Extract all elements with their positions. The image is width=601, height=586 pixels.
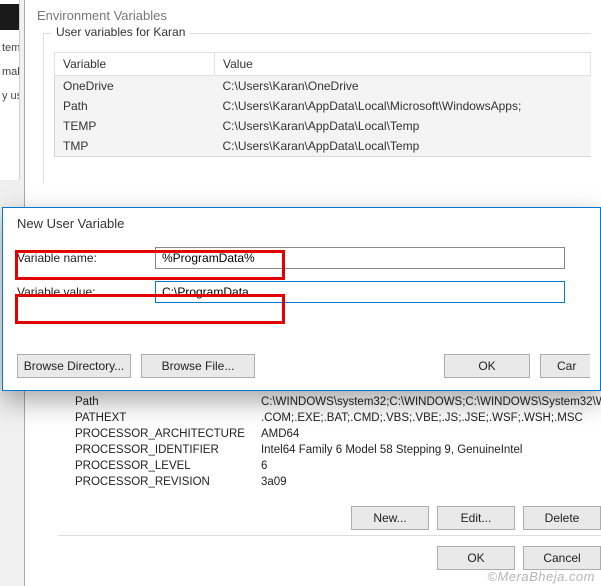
col-value[interactable]: Value [215, 53, 591, 76]
new-button[interactable]: New... [351, 506, 429, 530]
user-variables-group: User variables for Karan Variable Value … [43, 33, 591, 183]
table-row[interactable]: PROCESSOR_REVISION3a09 [67, 474, 601, 490]
table-row[interactable]: TEMPC:\Users\Karan\AppData\Local\Temp [55, 116, 591, 136]
table-row[interactable]: PATHEXT.COM;.EXE;.BAT;.CMD;.VBS;.VBE;.JS… [67, 410, 601, 426]
table-row[interactable]: OneDriveC:\Users\Karan\OneDrive [55, 76, 591, 97]
nuv-title: New User Variable [3, 208, 600, 243]
table-row[interactable]: PathC:\Users\Karan\AppData\Local\Microso… [55, 96, 591, 116]
browse-directory-button[interactable]: Browse Directory... [17, 354, 131, 378]
ok-button[interactable]: OK [437, 546, 515, 570]
table-row[interactable]: PathC:\WINDOWS\system32;C:\WINDOWS;C:\WI… [67, 394, 601, 410]
variable-name-input[interactable] [155, 247, 565, 269]
table-row[interactable]: PROCESSOR_IDENTIFIERIntel64 Family 6 Mod… [67, 442, 601, 458]
variable-value-label: Variable value: [17, 285, 155, 299]
delete-button[interactable]: Delete [523, 506, 601, 530]
table-row[interactable]: TMPC:\Users\Karan\AppData\Local\Temp [55, 136, 591, 157]
table-row[interactable]: PROCESSOR_LEVEL6 [67, 458, 601, 474]
nuv-ok-button[interactable]: OK [444, 354, 530, 378]
new-user-variable-dialog: New User Variable Variable name: Variabl… [2, 207, 601, 391]
system-vars-button-row: New... Edit... Delete [351, 506, 601, 530]
browse-file-button[interactable]: Browse File... [141, 354, 255, 378]
table-row[interactable]: PROCESSOR_ARCHITECTUREAMD64 [67, 426, 601, 442]
col-variable[interactable]: Variable [55, 53, 215, 76]
user-variables-table[interactable]: Variable Value OneDriveC:\Users\Karan\On… [54, 52, 591, 157]
variable-name-label: Variable name: [17, 251, 155, 265]
variable-value-input[interactable] [155, 281, 565, 303]
watermark-text: ©MeraBheja.com [487, 569, 595, 584]
system-variables-list[interactable]: PathC:\WINDOWS\system32;C:\WINDOWS;C:\WI… [67, 394, 601, 504]
dialog-button-row: OK Cancel [437, 546, 601, 570]
background-window-edge: tem F make y usa [0, 0, 20, 180]
cancel-button[interactable]: Cancel [523, 546, 601, 570]
nuv-cancel-button[interactable]: Car [540, 354, 590, 378]
user-variables-label: User variables for Karan [52, 25, 189, 39]
edit-button[interactable]: Edit... [437, 506, 515, 530]
